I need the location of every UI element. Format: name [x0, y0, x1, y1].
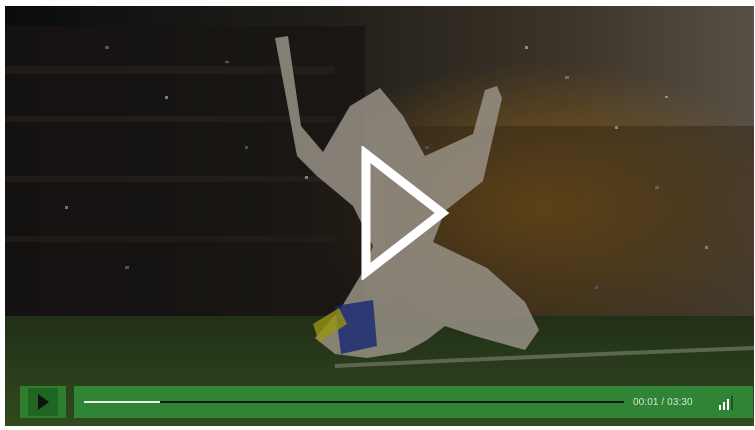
- timeline-area: 00:01 / 03:30: [74, 386, 753, 418]
- volume-bar: [723, 402, 725, 410]
- volume-bar: [719, 405, 721, 410]
- play-button-box: [28, 388, 58, 416]
- progress-fill: [84, 401, 160, 403]
- video-player[interactable]: 00:01 / 03:30: [5, 6, 754, 426]
- volume-button[interactable]: [719, 394, 743, 410]
- volume-bar: [731, 396, 733, 410]
- play-icon: [38, 394, 49, 410]
- control-bar: 00:01 / 03:30: [20, 386, 753, 418]
- big-play-button[interactable]: [358, 146, 450, 280]
- play-icon: [361, 146, 450, 280]
- play-button[interactable]: [20, 386, 66, 418]
- time-display: 00:01 / 03:30: [633, 396, 693, 408]
- volume-bar: [727, 399, 729, 410]
- control-gap: [66, 386, 74, 418]
- progress-bar[interactable]: [84, 401, 624, 403]
